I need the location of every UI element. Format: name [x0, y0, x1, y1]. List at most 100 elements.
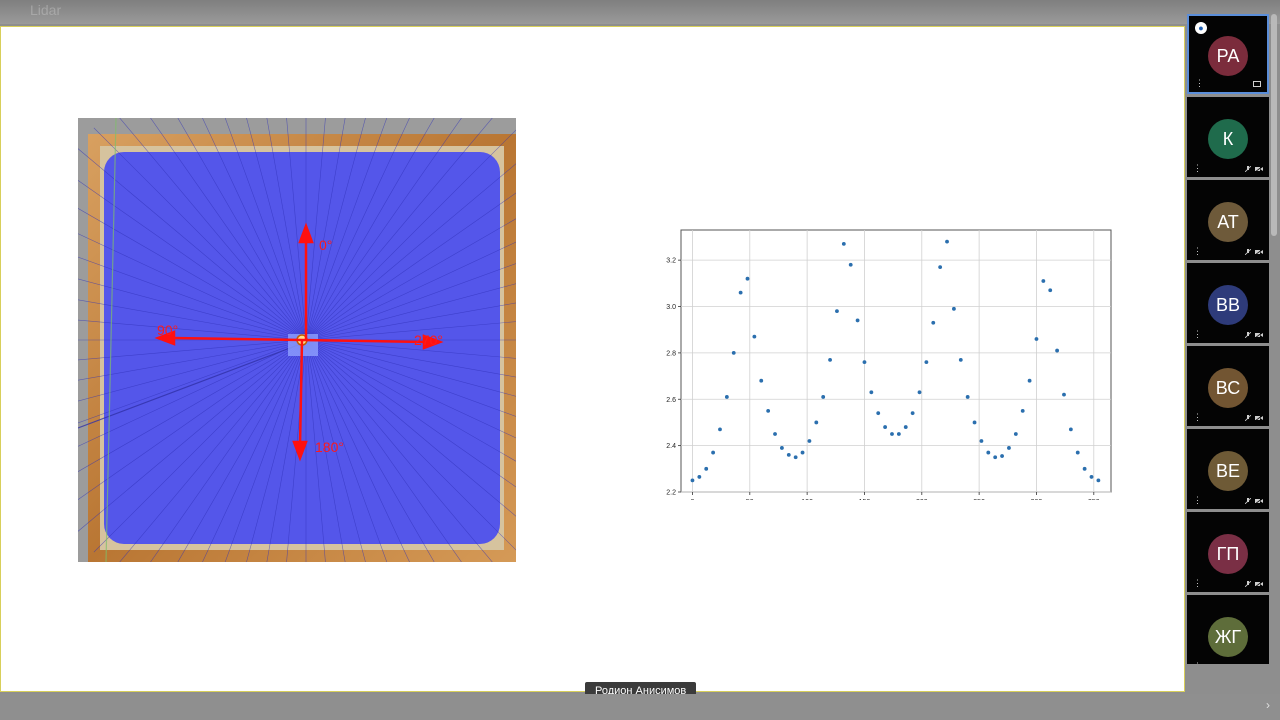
data-point: [800, 450, 805, 455]
x-tick-label: 0: [691, 499, 695, 500]
data-point: [828, 357, 832, 362]
data-point: [1048, 288, 1053, 293]
pin-icon[interactable]: ●: [1195, 22, 1207, 34]
participant-avatar: ВС: [1208, 368, 1248, 408]
more-options-icon[interactable]: ⋮: [1193, 496, 1202, 505]
more-options-icon[interactable]: ⋮: [1193, 413, 1202, 422]
camera-off-icon: [1255, 166, 1263, 172]
more-options-icon[interactable]: ⋮: [1195, 79, 1204, 88]
label-0deg: 0°: [319, 237, 332, 253]
data-point: [1027, 378, 1032, 383]
y-tick-label: 3.2: [666, 258, 676, 265]
window-title: Lidar: [30, 2, 62, 18]
y-tick-label: 2.6: [666, 397, 676, 404]
data-point: [938, 265, 943, 269]
participant-avatar: ГП: [1208, 534, 1248, 574]
label-270deg: 270°: [414, 332, 443, 348]
data-point: [1007, 446, 1011, 450]
data-point: [1075, 450, 1080, 455]
participant-avatar: ВЕ: [1208, 451, 1248, 491]
data-point: [766, 408, 771, 413]
data-point: [1034, 337, 1039, 341]
data-point: [890, 432, 894, 436]
data-point: [848, 262, 853, 267]
data-point: [1013, 432, 1018, 436]
more-options-icon[interactable]: ⋮: [1193, 247, 1202, 256]
participant-tile[interactable]: ЖГ ⋮: [1187, 595, 1269, 664]
mic-off-icon: [1245, 249, 1251, 255]
x-tick-label: 200: [916, 499, 928, 500]
data-point: [1062, 392, 1066, 397]
participant-avatar: АТ: [1208, 202, 1248, 242]
top-bar: Lidar: [0, 0, 1280, 24]
data-point: [903, 425, 908, 429]
data-point: [869, 390, 874, 395]
y-tick-label: 3.0: [666, 304, 676, 311]
data-point: [697, 475, 702, 479]
data-point: [855, 318, 860, 323]
camera-off-icon: [1255, 498, 1263, 504]
data-point: [752, 334, 757, 339]
y-tick-label: 2.8: [666, 350, 676, 357]
data-point: [952, 306, 956, 311]
data-point: [780, 446, 784, 450]
data-point: [704, 466, 709, 471]
bottom-bar: [0, 694, 1280, 720]
data-point: [773, 432, 777, 436]
data-point: [958, 357, 963, 362]
data-point: [965, 395, 970, 399]
participants-scrollbar[interactable]: [1271, 14, 1277, 236]
data-point: [724, 395, 729, 399]
simulation-view: 0° 90° 270° 180°: [78, 118, 516, 562]
x-tick-label: 100: [801, 499, 813, 500]
data-point: [1068, 427, 1073, 432]
mic-off-icon: [1245, 581, 1251, 587]
mic-off-icon: [1245, 498, 1251, 504]
participant-tile[interactable]: ГП ⋮: [1187, 512, 1269, 592]
data-point: [931, 320, 936, 325]
participant-tile[interactable]: К ⋮: [1187, 97, 1269, 177]
participant-avatar: ВВ: [1208, 285, 1248, 325]
participant-avatar: РА: [1208, 36, 1248, 76]
participant-tile[interactable]: АТ ⋮: [1187, 180, 1269, 260]
participant-tile[interactable]: ВВ ⋮: [1187, 263, 1269, 343]
participant-tile[interactable]: ВЕ ⋮: [1187, 429, 1269, 509]
data-point: [814, 420, 819, 425]
more-options-icon[interactable]: ⋮: [1193, 330, 1202, 339]
data-point: [924, 360, 929, 365]
more-options-icon[interactable]: ⋮: [1193, 579, 1202, 588]
data-point: [711, 450, 716, 455]
screen-share-icon: [1253, 81, 1261, 87]
label-90deg: 90°: [157, 322, 178, 338]
data-point: [793, 455, 798, 460]
data-point: [986, 450, 991, 455]
data-point: [1096, 478, 1101, 483]
x-tick-label: 300: [1031, 499, 1043, 500]
data-point: [883, 425, 888, 429]
participant-avatar: К: [1208, 119, 1248, 159]
next-page-icon[interactable]: ›: [1266, 698, 1270, 712]
mic-off-icon: [1245, 415, 1251, 421]
data-point: [718, 427, 722, 432]
y-tick-label: 2.2: [666, 490, 676, 497]
more-options-icon[interactable]: ⋮: [1193, 662, 1202, 665]
data-point: [1041, 279, 1046, 283]
data-point: [807, 439, 812, 443]
data-point: [759, 378, 764, 383]
participant-tile[interactable]: РА ⋮ ●: [1187, 14, 1269, 94]
data-point: [993, 455, 998, 460]
camera-off-icon: [1255, 332, 1263, 338]
more-options-icon[interactable]: ⋮: [1193, 164, 1202, 173]
label-180deg: 180°: [315, 439, 344, 455]
camera-off-icon: [1255, 249, 1263, 255]
x-tick-label: 250: [973, 499, 985, 500]
y-tick-label: 2.4: [666, 443, 676, 450]
data-point: [1055, 348, 1060, 353]
x-tick-label: 50: [746, 499, 754, 500]
data-point: [917, 390, 922, 395]
participant-tile[interactable]: ВС ⋮: [1187, 346, 1269, 426]
data-point: [1000, 454, 1004, 458]
data-point: [972, 420, 977, 425]
data-point: [1089, 475, 1094, 479]
scatter-chart: 0 50 100 150 200 250 300 350 2.2 2.4 2.6 2.8 3.0 3.2: [666, 229, 1112, 500]
